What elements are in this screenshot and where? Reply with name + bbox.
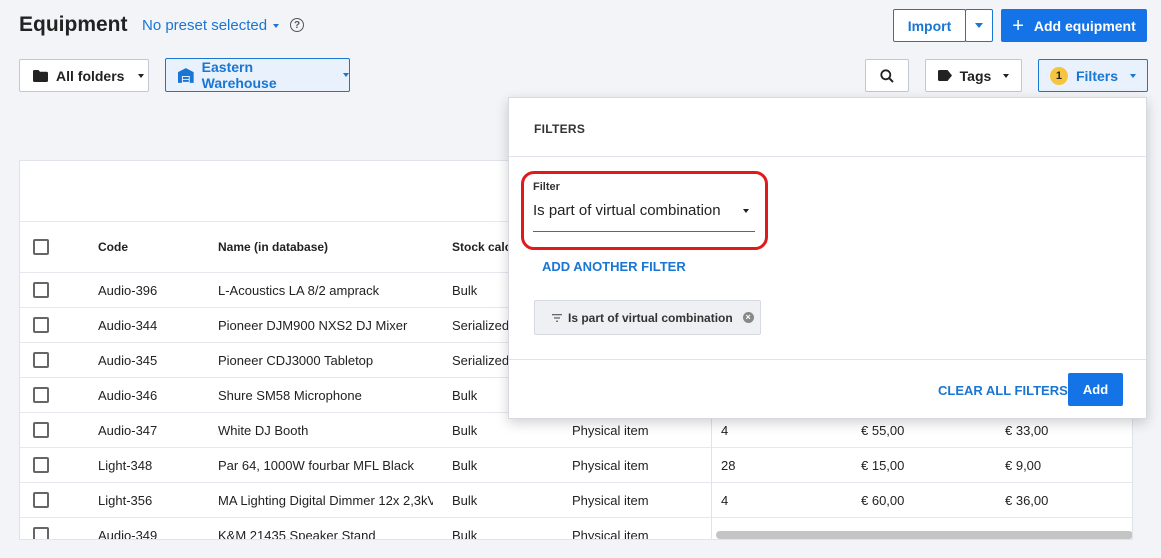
popup-divider-bottom [509, 359, 1146, 360]
row-checkbox[interactable] [33, 352, 49, 368]
row-code: Audio-345 [98, 353, 158, 368]
row-name: Par 64, 1000W fourbar MFL Black [218, 458, 415, 473]
row-stock-calculation: Bulk [452, 458, 478, 473]
row-code: Audio-346 [98, 388, 158, 403]
column-header-stock[interactable]: Stock calcu [452, 240, 510, 254]
search-icon [880, 68, 894, 83]
row-price-secondary: € 36,00 [1005, 493, 1049, 508]
row-checkbox[interactable] [33, 457, 49, 473]
popup-title: FILTERS [534, 122, 586, 136]
warehouse-dropdown[interactable]: Eastern Warehouse [165, 58, 350, 92]
column-divider [711, 411, 712, 539]
row-quantity: 4 [721, 493, 729, 508]
preset-dropdown[interactable]: No preset selected [142, 17, 280, 34]
chevron-down-icon [138, 73, 145, 78]
row-name: MA Lighting Digital Dimmer 12x 2,3kV… [218, 493, 433, 508]
row-stock-calculation: Serialized [452, 353, 510, 368]
row-name: Pioneer CDJ3000 Tabletop [218, 353, 374, 368]
row-type: Physical item [572, 423, 649, 438]
row-checkbox[interactable] [33, 492, 49, 508]
folder-icon [33, 69, 48, 82]
row-price: € 15,00 [861, 458, 905, 473]
table-row[interactable]: Light-348 Par 64, 1000W fourbar MFL Black… [20, 447, 1132, 482]
select-all-checkbox[interactable] [33, 239, 49, 255]
row-checkbox[interactable] [33, 422, 49, 438]
filter-icon [552, 313, 562, 322]
chevron-down-icon [1003, 73, 1010, 78]
row-stock-calculation: Bulk [452, 493, 478, 508]
chevron-down-icon [1130, 73, 1136, 78]
row-code: Light-356 [98, 493, 153, 508]
import-label: Import [907, 17, 952, 34]
row-checkbox[interactable] [33, 527, 49, 539]
row-stock-calculation: Bulk [452, 388, 478, 403]
highlight-ring [521, 171, 768, 250]
row-stock-calculation: Bulk [452, 283, 478, 298]
column-header-code[interactable]: Code [98, 240, 128, 254]
row-checkbox[interactable] [33, 282, 49, 298]
warehouse-label: Eastern Warehouse [201, 59, 277, 91]
row-name: K&M 21435 Speaker Stand [218, 528, 376, 540]
preset-label: No preset selected [142, 17, 268, 34]
row-type: Physical item [572, 458, 649, 473]
row-code: Light-348 [98, 458, 153, 473]
folders-label: All folders [56, 67, 125, 84]
row-code: Audio-344 [98, 318, 158, 333]
chevron-down-icon [273, 23, 280, 28]
row-price-secondary: € 9,00 [1005, 458, 1042, 473]
folders-dropdown[interactable]: All folders [19, 59, 149, 92]
help-icon[interactable]: ? [290, 18, 304, 32]
chevron-down-icon [343, 73, 349, 77]
row-checkbox[interactable] [33, 317, 49, 333]
row-code: Audio-396 [98, 283, 158, 298]
row-quantity: 4 [721, 423, 729, 438]
page-title: Equipment [19, 13, 128, 36]
row-name: White DJ Booth [218, 423, 309, 438]
clear-all-filters-button[interactable]: CLEAR ALL FILTERS [938, 383, 1068, 398]
row-checkbox[interactable] [33, 387, 49, 403]
import-button[interactable]: Import [893, 9, 966, 42]
row-price: € 55,00 [861, 423, 905, 438]
row-stock-calculation: Bulk [452, 528, 478, 540]
row-stock-calculation: Bulk [452, 423, 478, 438]
row-name: Shure SM58 Microphone [218, 388, 362, 403]
warehouse-icon [178, 67, 194, 83]
row-type: Physical item [572, 528, 649, 540]
row-stock-calculation: Serialized [452, 318, 510, 333]
tags-label: Tags [959, 67, 992, 84]
column-header-name[interactable]: Name (in database) [218, 240, 328, 254]
add-filter-button[interactable]: Add [1068, 373, 1123, 406]
filters-label: Filters [1075, 67, 1118, 84]
filters-dropdown[interactable]: 1 Filters [1038, 59, 1148, 92]
filters-popup: FILTERS Filter Is part of virtual combin… [508, 97, 1147, 419]
row-price: € 60,00 [861, 493, 905, 508]
search-button[interactable] [865, 59, 909, 92]
tag-icon [937, 70, 952, 81]
add-another-filter-link[interactable]: ADD ANOTHER FILTER [542, 259, 686, 274]
active-filter-chip[interactable]: Is part of virtual combination × [534, 300, 761, 335]
filter-chip-label: Is part of virtual combination [568, 310, 733, 325]
horizontal-scrollbar[interactable] [716, 531, 1132, 539]
popup-divider-top [509, 156, 1146, 157]
row-name: L-Acoustics LA 8/2 amprack [218, 283, 380, 298]
add-equipment-label: Add equipment [1033, 17, 1136, 34]
row-code: Audio-349 [98, 528, 158, 540]
add-equipment-button[interactable]: + Add equipment [1001, 9, 1147, 42]
add-filter-label: Add [1082, 382, 1109, 397]
import-menu-button[interactable] [965, 9, 993, 42]
filters-count-badge: 1 [1049, 66, 1068, 85]
row-type: Physical item [572, 493, 649, 508]
row-quantity: 28 [721, 458, 736, 473]
remove-filter-icon[interactable]: × [742, 312, 754, 323]
table-row[interactable]: Light-356 MA Lighting Digital Dimmer 12x … [20, 482, 1132, 517]
chevron-down-icon [975, 23, 983, 28]
row-price-secondary: € 33,00 [1005, 423, 1049, 438]
tags-dropdown[interactable]: Tags [925, 59, 1022, 92]
plus-icon: + [1012, 14, 1024, 37]
row-code: Audio-347 [98, 423, 158, 438]
row-name: Pioneer DJM900 NXS2 DJ Mixer [218, 318, 408, 333]
